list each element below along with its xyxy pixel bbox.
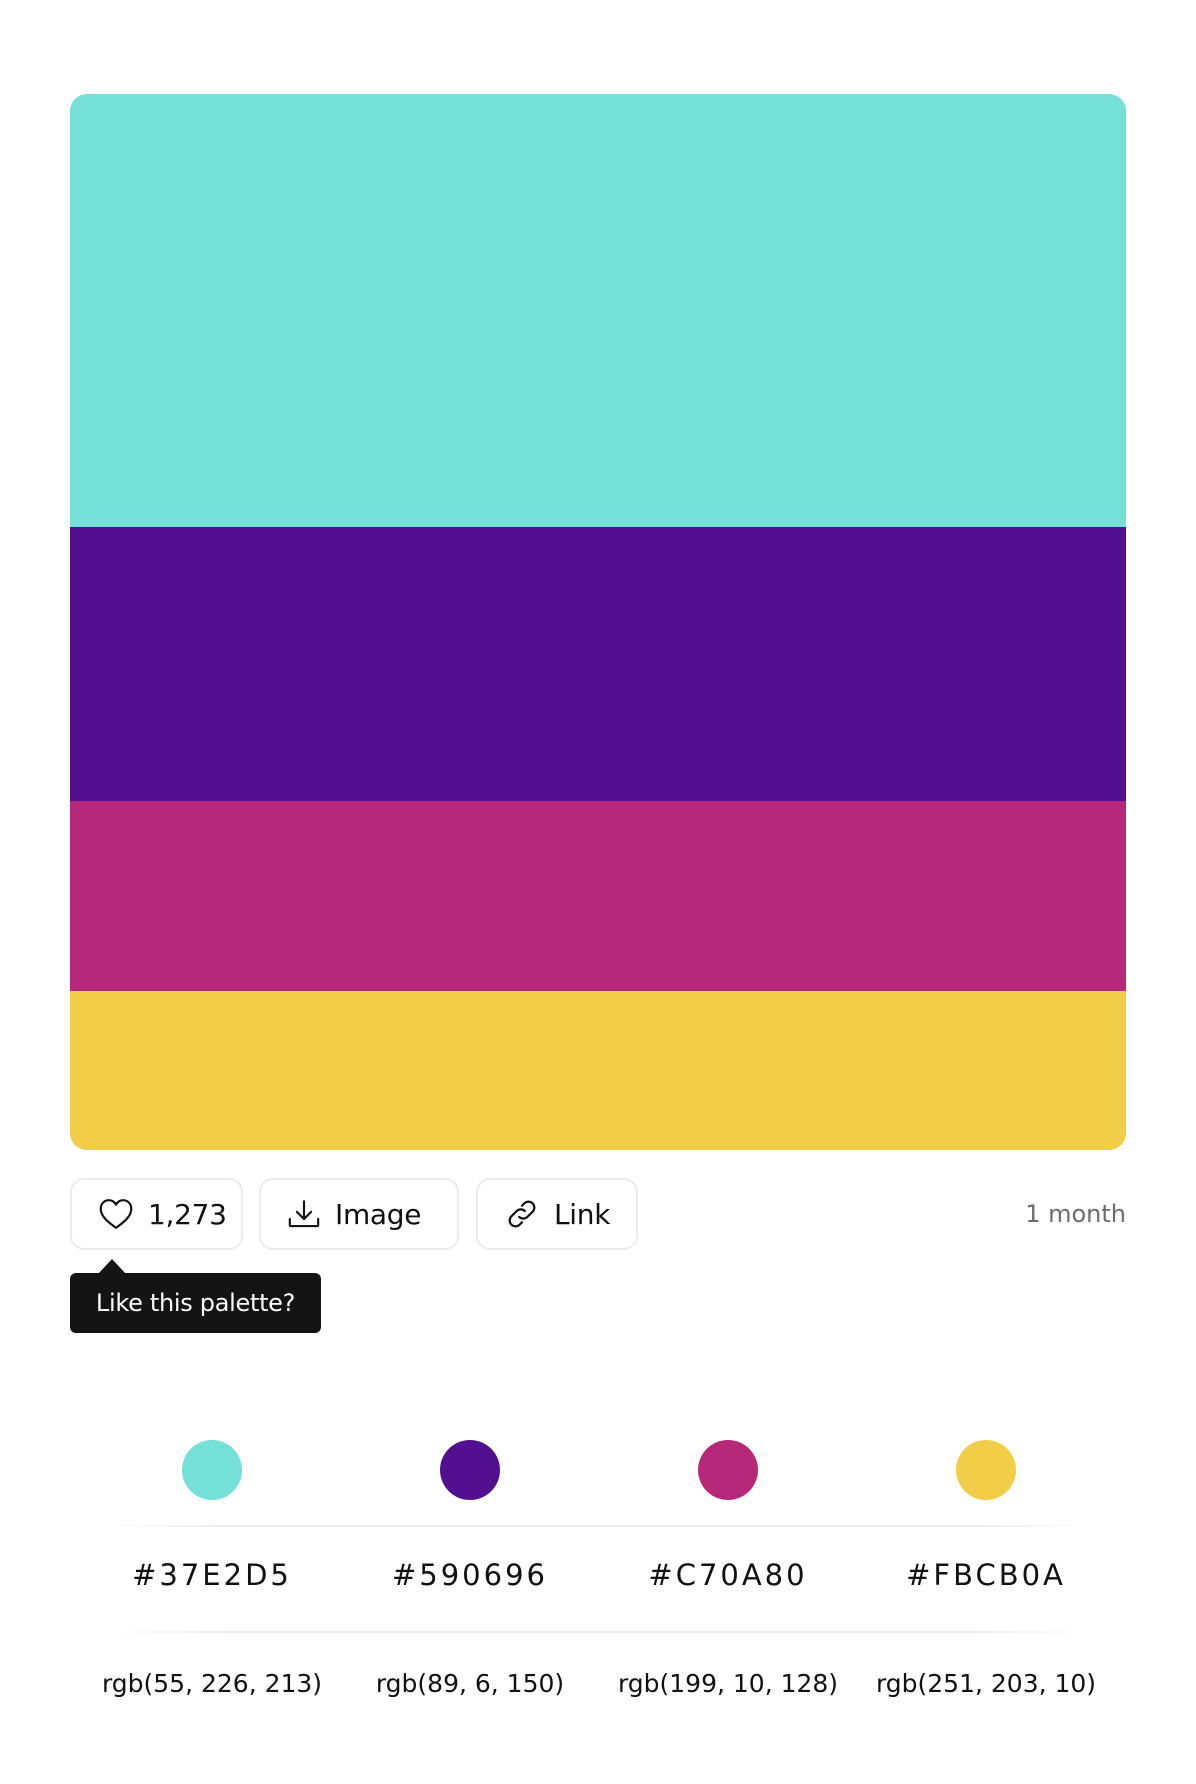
color-hex[interactable]: #FBCB0A	[857, 1558, 1115, 1592]
palette-preview[interactable]	[70, 94, 1126, 1150]
color-dot[interactable]	[440, 1440, 500, 1500]
color-detail-2: #590696 rgb(89, 6, 150)	[341, 1440, 599, 1698]
link-icon	[504, 1198, 540, 1230]
link-button-label: Link	[554, 1197, 611, 1231]
palette-swatch-3[interactable]	[70, 801, 1126, 991]
time-ago: 1 month	[1025, 1200, 1126, 1228]
color-detail-1: #37E2D5 rgb(55, 226, 213)	[83, 1440, 341, 1698]
likes-count: 1,273	[148, 1197, 227, 1231]
palette-swatch-1[interactable]	[70, 94, 1126, 527]
heart-icon	[98, 1198, 134, 1230]
color-dot[interactable]	[182, 1440, 242, 1500]
color-rgb[interactable]: rgb(199, 10, 128)	[599, 1669, 857, 1698]
copy-link-button[interactable]: Link	[476, 1178, 638, 1250]
color-rgb[interactable]: rgb(251, 203, 10)	[857, 1669, 1115, 1698]
like-tooltip: Like this palette?	[70, 1273, 321, 1333]
download-image-button[interactable]: Image	[259, 1178, 459, 1250]
color-rgb[interactable]: rgb(55, 226, 213)	[83, 1669, 341, 1698]
like-button[interactable]: 1,273	[70, 1178, 243, 1250]
color-detail-3: #C70A80 rgb(199, 10, 128)	[599, 1440, 857, 1698]
color-dot[interactable]	[956, 1440, 1016, 1500]
palette-swatch-4[interactable]	[70, 991, 1126, 1150]
color-hex[interactable]: #C70A80	[599, 1558, 857, 1592]
color-detail-4: #FBCB0A rgb(251, 203, 10)	[857, 1440, 1115, 1698]
palette-swatch-2[interactable]	[70, 527, 1126, 801]
color-hex[interactable]: #37E2D5	[83, 1558, 341, 1592]
tooltip-arrow	[98, 1259, 126, 1274]
color-hex[interactable]: #590696	[341, 1558, 599, 1592]
download-icon	[287, 1198, 321, 1230]
color-dot[interactable]	[698, 1440, 758, 1500]
image-button-label: Image	[335, 1197, 422, 1231]
color-rgb[interactable]: rgb(89, 6, 150)	[341, 1669, 599, 1698]
